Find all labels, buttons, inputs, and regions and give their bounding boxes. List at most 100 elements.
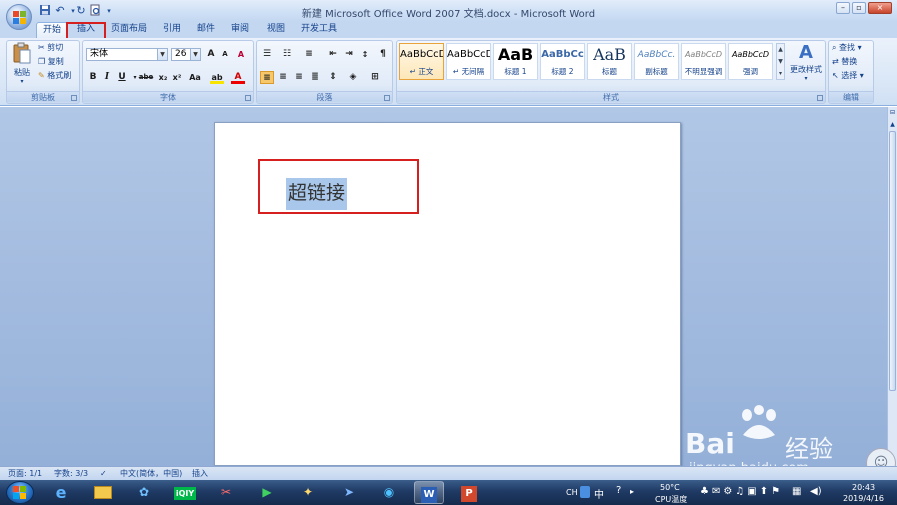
replace-button[interactable]: ⇄ 替换: [832, 56, 857, 68]
style-heading-2-name: 标题 2: [551, 67, 574, 76]
clipboard-launcher-icon[interactable]: [71, 95, 77, 101]
help-icon[interactable]: ?: [616, 485, 621, 496]
undo-icon[interactable]: ↶: [53, 4, 67, 18]
highlight-button[interactable]: ab: [210, 71, 224, 84]
ime-ch[interactable]: CH: [566, 488, 578, 497]
format-painter-button[interactable]: ✎ 格式刷: [38, 70, 71, 82]
status-language[interactable]: 中文(简体，中国): [120, 467, 182, 480]
borders-icon[interactable]: ⊞: [368, 71, 382, 84]
cut-button[interactable]: ✂ 剪切: [38, 42, 63, 54]
tab-home[interactable]: 开始: [36, 22, 68, 38]
tab-developer[interactable]: 开发工具: [298, 22, 340, 38]
change-case-button[interactable]: Aa: [186, 71, 204, 84]
volume-icon[interactable]: ◀): [810, 486, 822, 497]
network-icon[interactable]: ▦: [792, 486, 801, 497]
status-words[interactable]: 字数: 3/3: [54, 467, 88, 480]
status-page[interactable]: 页面: 1/1: [8, 467, 42, 480]
tab-mailings[interactable]: 邮件: [192, 22, 220, 38]
style-heading-2[interactable]: AaBbCc 标题 2: [540, 43, 585, 80]
scroll-up-icon[interactable]: ▲: [889, 121, 896, 129]
tray-expand-icon[interactable]: ▸: [630, 487, 634, 496]
iqiyi-icon[interactable]: iQIY: [170, 481, 200, 504]
minimize-button[interactable]: –: [836, 2, 850, 14]
tab-page-layout[interactable]: 页面布局: [108, 22, 150, 38]
style-emphasis[interactable]: AaBbCcD 强调: [728, 43, 773, 80]
align-right-icon[interactable]: ≡: [292, 71, 306, 84]
style-subtitle[interactable]: AaBbCc. 副标题: [634, 43, 679, 80]
italic-button[interactable]: I: [100, 71, 114, 84]
browser-icon[interactable]: ◉: [374, 481, 404, 504]
clock-time[interactable]: 20:43: [852, 483, 875, 492]
align-left-icon[interactable]: ≡: [260, 71, 274, 84]
tab-review[interactable]: 审阅: [226, 22, 254, 38]
photos-icon[interactable]: ✿: [129, 481, 159, 504]
feishu-icon[interactable]: ➤: [334, 481, 364, 504]
shrink-font-button[interactable]: A: [218, 48, 232, 61]
multilevel-list-icon[interactable]: ≡: [302, 48, 316, 61]
line-spacing-icon[interactable]: ⇕: [326, 71, 340, 84]
decrease-indent-icon[interactable]: ⇤: [326, 48, 340, 61]
sort-icon[interactable]: ↕: [358, 48, 372, 61]
proofing-icon[interactable]: ✓: [100, 467, 107, 480]
select-button[interactable]: ↖ 选择 ▾: [832, 70, 864, 82]
subscript-button[interactable]: x₂: [156, 71, 170, 84]
bold-button[interactable]: B: [86, 71, 100, 84]
redo-icon[interactable]: ↻: [74, 4, 88, 18]
media-player-icon[interactable]: ▶: [252, 481, 282, 504]
style-no-spacing[interactable]: AaBbCcD ↵ 无间隔: [446, 43, 491, 80]
powerpoint-icon[interactable]: P: [454, 481, 484, 504]
ime-zh[interactable]: 中: [594, 486, 604, 501]
vertical-scrollbar[interactable]: ⊟ ▲: [887, 107, 897, 466]
status-insert-mode[interactable]: 插入: [192, 467, 208, 480]
style-heading-1[interactable]: AaB 标题 1: [493, 43, 538, 80]
style-title[interactable]: AaB 标题: [587, 43, 632, 80]
snipping-icon[interactable]: ✂: [211, 481, 241, 504]
tray-icons[interactable]: ♣✉⚙♫▣⬆⚑: [700, 486, 783, 497]
ie-icon[interactable]: e: [46, 481, 76, 504]
tool-icon[interactable]: ✦: [293, 481, 323, 504]
ruler-toggle-icon[interactable]: ⊟: [889, 109, 896, 118]
paragraph-launcher-icon[interactable]: [384, 95, 390, 101]
office-button[interactable]: [6, 4, 32, 30]
bullets-icon[interactable]: ☰: [260, 48, 274, 61]
underline-button[interactable]: U: [115, 71, 129, 84]
save-icon[interactable]: [38, 4, 52, 18]
font-name-dropdown-icon[interactable]: ▼: [157, 49, 167, 60]
styles-gallery-scroll[interactable]: ▲ ▼ ▾: [776, 43, 785, 80]
styles-launcher-icon[interactable]: [817, 95, 823, 101]
grow-font-button[interactable]: A: [204, 48, 218, 61]
customize-qat-icon[interactable]: ▾: [102, 4, 116, 18]
align-center-icon[interactable]: ≡: [276, 71, 290, 84]
superscript-button[interactable]: x²: [170, 71, 184, 84]
copy-button[interactable]: ❐ 复制: [38, 56, 64, 68]
style-normal[interactable]: AaBbCcD ↵ 正文: [399, 43, 444, 80]
font-launcher-icon[interactable]: [245, 95, 251, 101]
show-marks-icon[interactable]: ¶: [376, 48, 390, 61]
font-name-combo[interactable]: 宋体 ▼: [86, 48, 168, 61]
numbering-icon[interactable]: ☷: [280, 48, 294, 61]
restore-button[interactable]: ▫: [852, 2, 866, 14]
clear-format-button[interactable]: A: [234, 48, 248, 61]
change-styles-button[interactable]: A 更改样式 ▾: [788, 42, 824, 92]
print-preview-icon[interactable]: [88, 4, 102, 18]
tab-view[interactable]: 视图: [262, 22, 290, 38]
start-button[interactable]: [6, 481, 34, 504]
scroll-thumb[interactable]: [889, 131, 896, 391]
close-button[interactable]: ×: [868, 2, 892, 14]
select-icon: ↖: [832, 71, 839, 80]
explorer-icon[interactable]: [88, 481, 118, 504]
tab-references[interactable]: 引用: [158, 22, 186, 38]
font-size-dropdown-icon[interactable]: ▼: [190, 49, 200, 60]
strikethrough-button[interactable]: abe: [138, 71, 154, 84]
paste-button[interactable]: 粘贴 ▾: [10, 42, 34, 90]
increase-indent-icon[interactable]: ⇥: [342, 48, 356, 61]
font-color-button[interactable]: A: [231, 71, 245, 84]
style-subtle-emphasis[interactable]: AaBbCcD 不明显强调: [681, 43, 726, 80]
shading-icon[interactable]: ◈: [346, 71, 360, 84]
word-taskbar-button[interactable]: W: [414, 481, 444, 504]
clock-date[interactable]: 2019/4/16: [843, 494, 884, 503]
font-size-combo[interactable]: 26 ▼: [171, 48, 201, 61]
justify-icon[interactable]: ≣: [308, 71, 322, 84]
ime-logo-icon[interactable]: [580, 486, 590, 498]
find-button[interactable]: ⌕ 查找 ▾: [832, 42, 862, 54]
